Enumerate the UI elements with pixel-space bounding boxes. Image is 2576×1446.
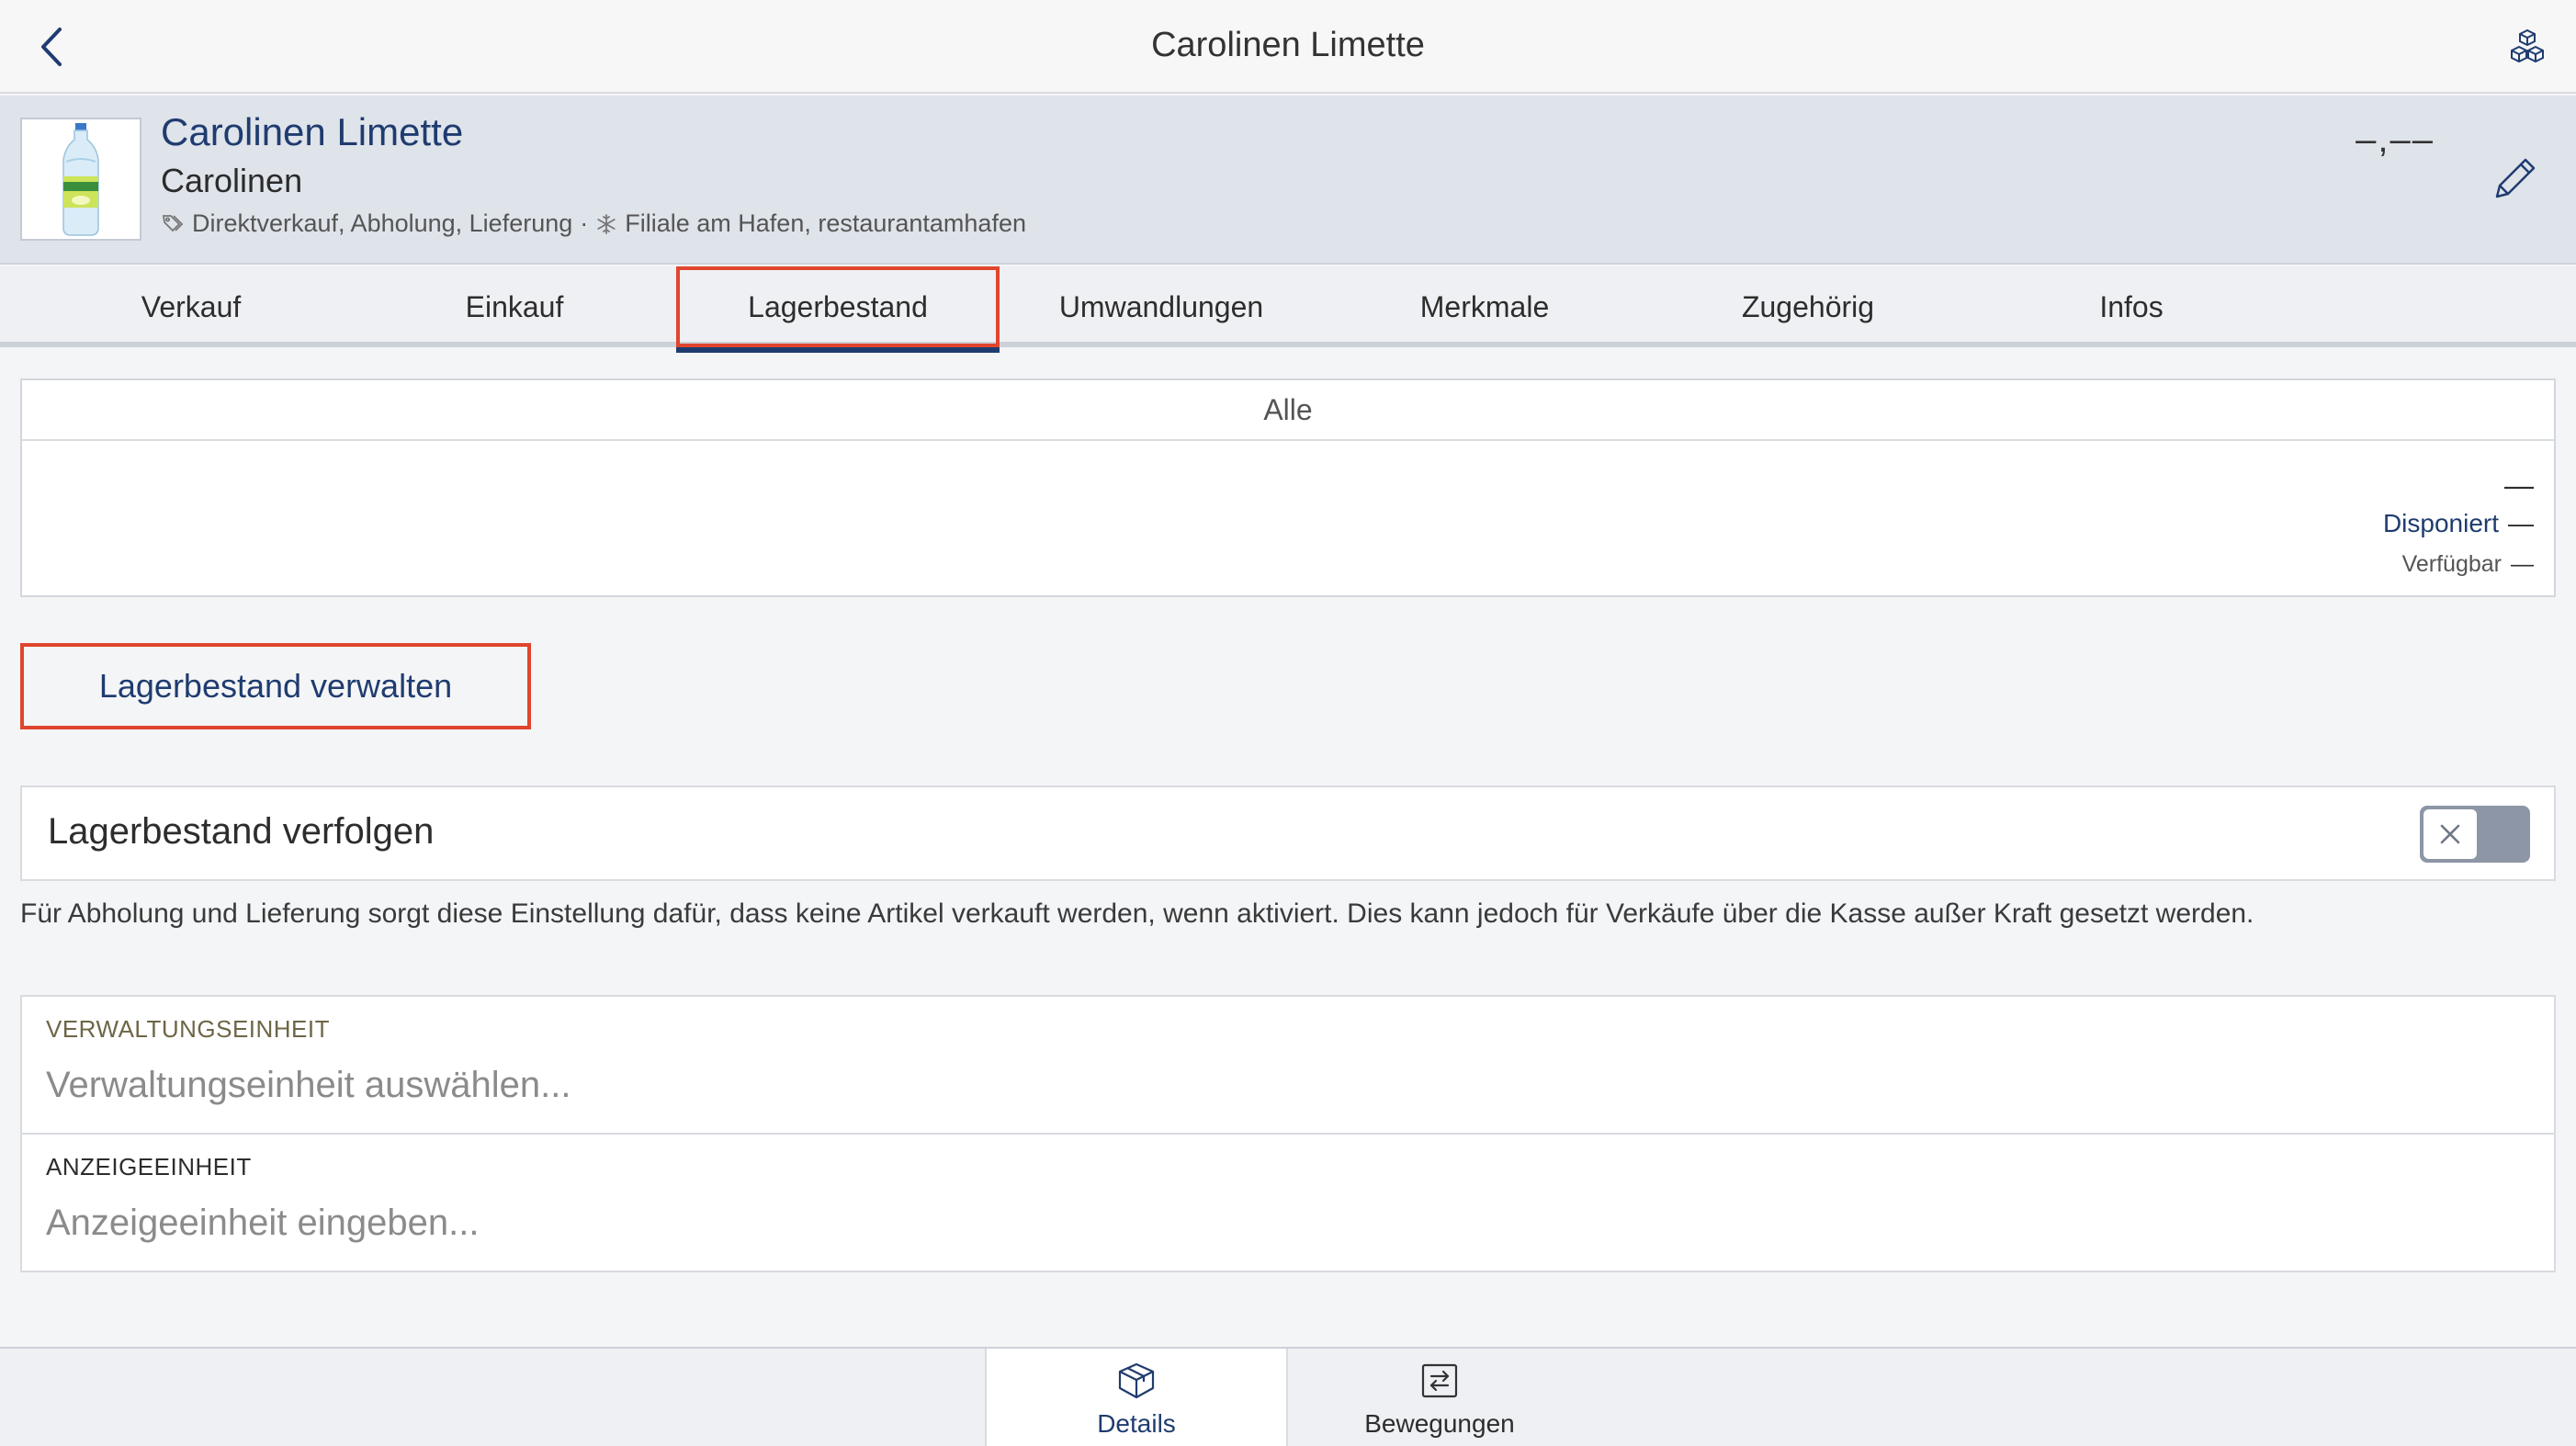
- navigation-bar: Carolinen Limette: [0, 0, 2576, 94]
- tab-label: Infos: [2099, 289, 2164, 323]
- stock-location-filter[interactable]: Alle: [22, 380, 2554, 441]
- stock-tracking-label: Lagerbestand verfolgen: [48, 811, 435, 852]
- snowflake-icon: [597, 213, 616, 234]
- tab-label: Einkauf: [465, 289, 564, 323]
- tab-umwandlungen[interactable]: Umwandlungen: [1000, 266, 1323, 347]
- display-unit-field: ANZEIGEEINHEIT: [22, 1135, 2554, 1272]
- product-locations: Filiale am Hafen, restaurantamhafen: [625, 209, 1026, 237]
- unit-settings-form: VERWALTUNGSEINHEIT ANZEIGEEINHEIT: [20, 995, 2556, 1272]
- close-icon: [2440, 824, 2460, 844]
- display-unit-input[interactable]: [46, 1197, 2508, 1248]
- cubes-icon: [2511, 28, 2544, 63]
- pencil-icon: [2495, 158, 2536, 198]
- bottom-tab-label: Details: [1097, 1409, 1176, 1438]
- sales-channels: Direktverkauf, Abholung, Lieferung: [192, 209, 573, 237]
- stock-verfuegbar-value: —: [2511, 551, 2534, 577]
- bottle-image: [62, 123, 99, 236]
- stock-disponiert-value: —: [2508, 509, 2534, 537]
- product-price: –,––: [2356, 119, 2435, 160]
- page-title: Carolinen Limette: [1151, 26, 1425, 64]
- stock-tracking-description: Für Abholung und Lieferung sorgt diese E…: [20, 898, 2254, 929]
- stock-disponiert-label: Disponiert: [2382, 509, 2499, 537]
- inventory-button[interactable]: [2504, 24, 2550, 70]
- product-name: Carolinen Limette: [161, 110, 464, 153]
- bottom-tab-bar: Details Bewegungen: [0, 1347, 2576, 1446]
- bottom-tab-bewegungen[interactable]: Bewegungen: [1288, 1349, 1591, 1446]
- bottom-tab-details[interactable]: Details: [985, 1349, 1288, 1446]
- admin-unit-select[interactable]: [46, 1059, 2508, 1111]
- tab-einkauf[interactable]: Einkauf: [353, 266, 676, 347]
- tab-label: Zugehörig: [1741, 289, 1875, 323]
- tags-icon: [162, 214, 184, 232]
- tab-merkmale[interactable]: Merkmale: [1323, 266, 1646, 347]
- tab-verkauf[interactable]: Verkauf: [29, 266, 353, 347]
- stock-summary-card: Alle — Disponiert — Verfügbar —: [20, 378, 2556, 597]
- stock-disponiert-row: Disponiert —: [2383, 509, 2534, 538]
- stock-tracking-toggle[interactable]: [2420, 806, 2530, 863]
- stock-location-label: Alle: [1263, 392, 1313, 426]
- meta-separator: ·: [580, 209, 589, 237]
- stock-total: —: [2504, 469, 2534, 502]
- transfer-icon: [1421, 1363, 1458, 1398]
- display-unit-label: ANZEIGEEINHEIT: [46, 1153, 252, 1181]
- tab-label: Umwandlungen: [1058, 289, 1264, 323]
- stock-verfuegbar-label: Verfügbar: [2401, 551, 2502, 577]
- product-image: [20, 118, 141, 241]
- stock-tracking-row: Lagerbestand verfolgen: [20, 785, 2556, 881]
- box-icon: [1118, 1362, 1155, 1399]
- product-header: Carolinen Limette Carolinen Direktverkau…: [0, 96, 2576, 265]
- product-brand: Carolinen: [161, 162, 303, 199]
- section-tabs: Verkauf Einkauf Lagerbestand Umwandlunge…: [0, 266, 2576, 353]
- tab-label: Merkmale: [1419, 289, 1550, 323]
- bottom-tab-label: Bewegungen: [1364, 1409, 1515, 1438]
- stock-verfuegbar-row: Verfügbar —: [2402, 551, 2534, 578]
- tab-zugehoerig[interactable]: Zugehörig: [1646, 266, 1970, 347]
- edit-button[interactable]: [2486, 149, 2545, 208]
- tab-highlight-frame: [676, 266, 1000, 347]
- toggle-knob: [2423, 809, 2477, 859]
- tab-infos[interactable]: Infos: [1970, 266, 2293, 347]
- tab-label: Verkauf: [141, 289, 242, 323]
- admin-unit-field: VERWALTUNGSEINHEIT: [22, 997, 2554, 1135]
- product-meta: Direktverkauf, Abholung, Lieferung · Fil…: [161, 209, 1026, 238]
- admin-unit-label: VERWALTUNGSEINHEIT: [46, 1015, 331, 1043]
- manage-stock-button[interactable]: Lagerbestand verwalten: [20, 643, 531, 729]
- tab-lagerbestand[interactable]: Lagerbestand: [676, 266, 1000, 353]
- manage-stock-label: Lagerbestand verwalten: [98, 667, 453, 705]
